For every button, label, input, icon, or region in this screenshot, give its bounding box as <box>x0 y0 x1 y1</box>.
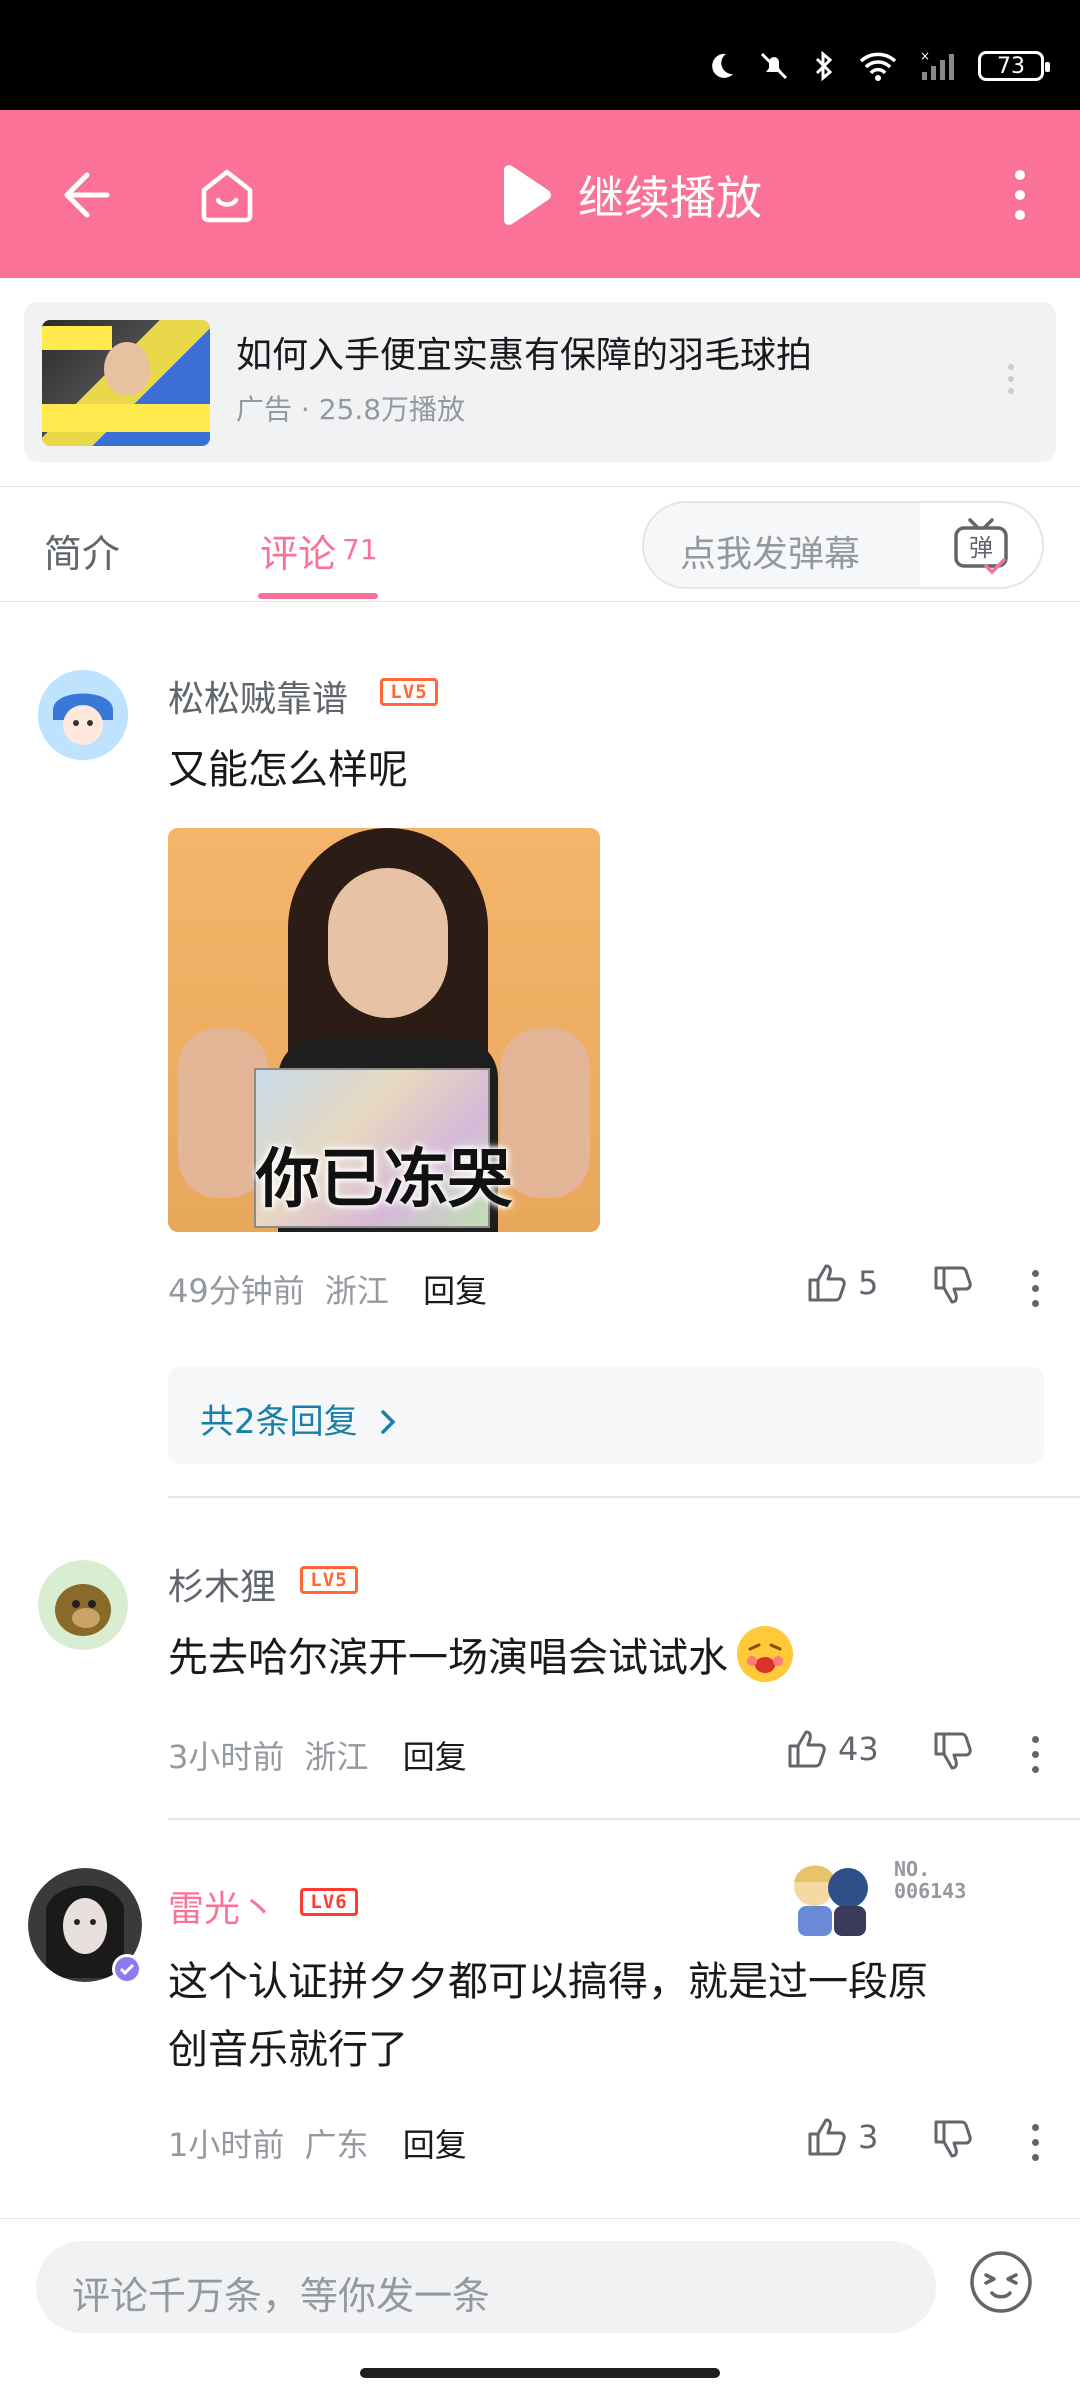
signal-icon: × <box>920 50 954 80</box>
sub-replies-link[interactable]: 共2条回复 <box>200 1394 398 1443</box>
danmaku-toggle-button[interactable]: 弹 <box>920 503 1042 587</box>
more-menu-button[interactable] <box>1000 158 1040 232</box>
like-count: 43 <box>838 1730 879 1768</box>
user-level-badge: LV5 <box>300 1566 358 1594</box>
thumbs-down-icon <box>934 1732 972 1770</box>
comment-text: 又能怎么样呢 <box>168 747 408 793</box>
video-header: 继续播放 <box>0 110 1080 278</box>
comment-meta: 1小时前 广东 回复 <box>168 2120 467 2166</box>
comment-username[interactable]: 杉木狸 <box>168 1558 276 1610</box>
like-count: 3 <box>858 2118 879 2156</box>
comment-input[interactable]: 评论千万条，等你发一条 <box>36 2241 936 2333</box>
comment-more-button[interactable] <box>1032 2124 1039 2161</box>
thumbs-down-icon <box>934 2120 972 2158</box>
battery-indicator: 73 <box>978 51 1050 81</box>
anime-decoration-icon <box>794 1865 868 1936</box>
home-indicator <box>360 2368 720 2378</box>
comment-text: 先去哈尔滨开一场演唱会试试水 <box>168 1614 796 1702</box>
tab-underline <box>258 593 378 599</box>
ad-meta: 广告 · 25.8万播放 <box>236 393 466 426</box>
comment-divider <box>168 1496 1080 1498</box>
ad-title: 如何入手便宜实惠有保障的羽毛球拍 <box>236 335 813 376</box>
comment-location: 浙江 <box>324 1272 389 1310</box>
comment-input-placeholder: 评论千万条，等你发一条 <box>72 2274 491 2318</box>
dislike-button[interactable] <box>932 2118 974 2164</box>
emoji-icon <box>737 1626 793 1682</box>
comment-divider <box>168 1818 1080 1820</box>
comment-meta: 49分钟前 浙江 回复 <box>168 1266 487 1312</box>
verified-badge-icon <box>112 1954 142 1984</box>
sub-replies-box[interactable]: 共2条回复 <box>168 1366 1044 1464</box>
comment-meme-image[interactable]: 你已冻哭 <box>168 828 600 1232</box>
thumbs-up-icon <box>808 1264 846 1302</box>
emoji-button[interactable] <box>968 2249 1034 2315</box>
danmaku-input[interactable]: 点我发弹幕 弹 <box>642 501 1044 589</box>
more-vertical-icon <box>1015 170 1025 220</box>
tab-comments[interactable]: 评论 71 <box>260 523 378 578</box>
chevron-right-icon <box>381 1410 396 1434</box>
svg-text:×: × <box>920 50 930 63</box>
like-button[interactable]: 43 <box>786 1728 879 1770</box>
play-icon <box>504 165 551 225</box>
continue-play-label: 继续播放 <box>578 171 762 225</box>
danmaku-placeholder: 点我发弹幕 <box>680 534 861 575</box>
meme-caption: 你已冻哭 <box>256 1143 512 1217</box>
reply-button[interactable]: 回复 <box>423 1272 487 1310</box>
like-count: 5 <box>858 1264 879 1302</box>
dislike-button[interactable] <box>932 1264 974 1310</box>
user-level-badge: LV5 <box>380 678 438 706</box>
comment-meta: 3小时前 浙江 回复 <box>168 1732 467 1778</box>
comment-username[interactable]: 松松贼靠谱 <box>168 670 348 722</box>
tab-comments-label: 评论 <box>260 532 337 576</box>
comment-location: 浙江 <box>304 1738 369 1776</box>
home-icon <box>201 169 253 223</box>
like-button[interactable]: 5 <box>806 1262 878 1304</box>
bluetooth-icon <box>815 50 833 82</box>
home-button[interactable] <box>190 158 264 232</box>
thumbs-up-icon <box>808 2118 846 2156</box>
comment-more-button[interactable] <box>1032 1736 1039 1773</box>
decoration-id: NO. 006143 <box>894 1857 967 1903</box>
comment-username[interactable]: 雷光丶 <box>168 1880 276 1932</box>
comment-time: 1小时前 <box>168 2126 285 2164</box>
ad-card[interactable]: 如何入手便宜实惠有保障的羽毛球拍 广告 · 25.8万播放 <box>24 302 1056 462</box>
user-level-badge: LV6 <box>300 1888 358 1916</box>
status-icons: × 73 <box>706 50 1050 82</box>
continue-play-button[interactable]: 继续播放 <box>496 158 762 232</box>
ad-thumbnail <box>42 320 210 446</box>
danmaku-tv-icon: 弹 <box>954 518 1008 575</box>
dislike-button[interactable] <box>932 1730 974 1776</box>
back-button[interactable] <box>50 160 120 230</box>
reply-button[interactable]: 回复 <box>403 2126 467 2164</box>
moon-icon <box>712 53 733 78</box>
like-button[interactable]: 3 <box>806 2116 878 2158</box>
comment-more-button[interactable] <box>1032 1270 1039 1307</box>
comment-text-line-2: 创音乐就行了 <box>168 2027 408 2073</box>
reply-button[interactable]: 回复 <box>403 1738 467 1776</box>
comment-count: 71 <box>342 533 378 566</box>
status-bar: × 73 <box>0 0 1080 110</box>
back-arrow-icon <box>64 172 110 218</box>
decoration-card: NO. 006143 <box>784 1852 1004 1942</box>
thumbs-down-icon <box>934 1266 972 1304</box>
thumbs-up-icon <box>788 1730 826 1768</box>
comment-time: 49分钟前 <box>168 1272 305 1310</box>
tab-intro[interactable]: 简介 <box>44 523 120 578</box>
comment-location: 广东 <box>304 2126 369 2164</box>
comment-time: 3小时前 <box>168 1738 285 1776</box>
avatar[interactable] <box>38 670 128 760</box>
svg-text:弹: 弹 <box>969 534 993 562</box>
avatar[interactable] <box>38 1560 128 1650</box>
emoji-face-icon <box>970 2251 1032 2313</box>
ad-more-button[interactable] <box>1008 364 1014 394</box>
tab-bar: 简介 评论 71 点我发弹幕 弹 <box>0 486 1080 602</box>
wifi-icon <box>859 52 897 81</box>
mute-icon <box>760 52 788 80</box>
